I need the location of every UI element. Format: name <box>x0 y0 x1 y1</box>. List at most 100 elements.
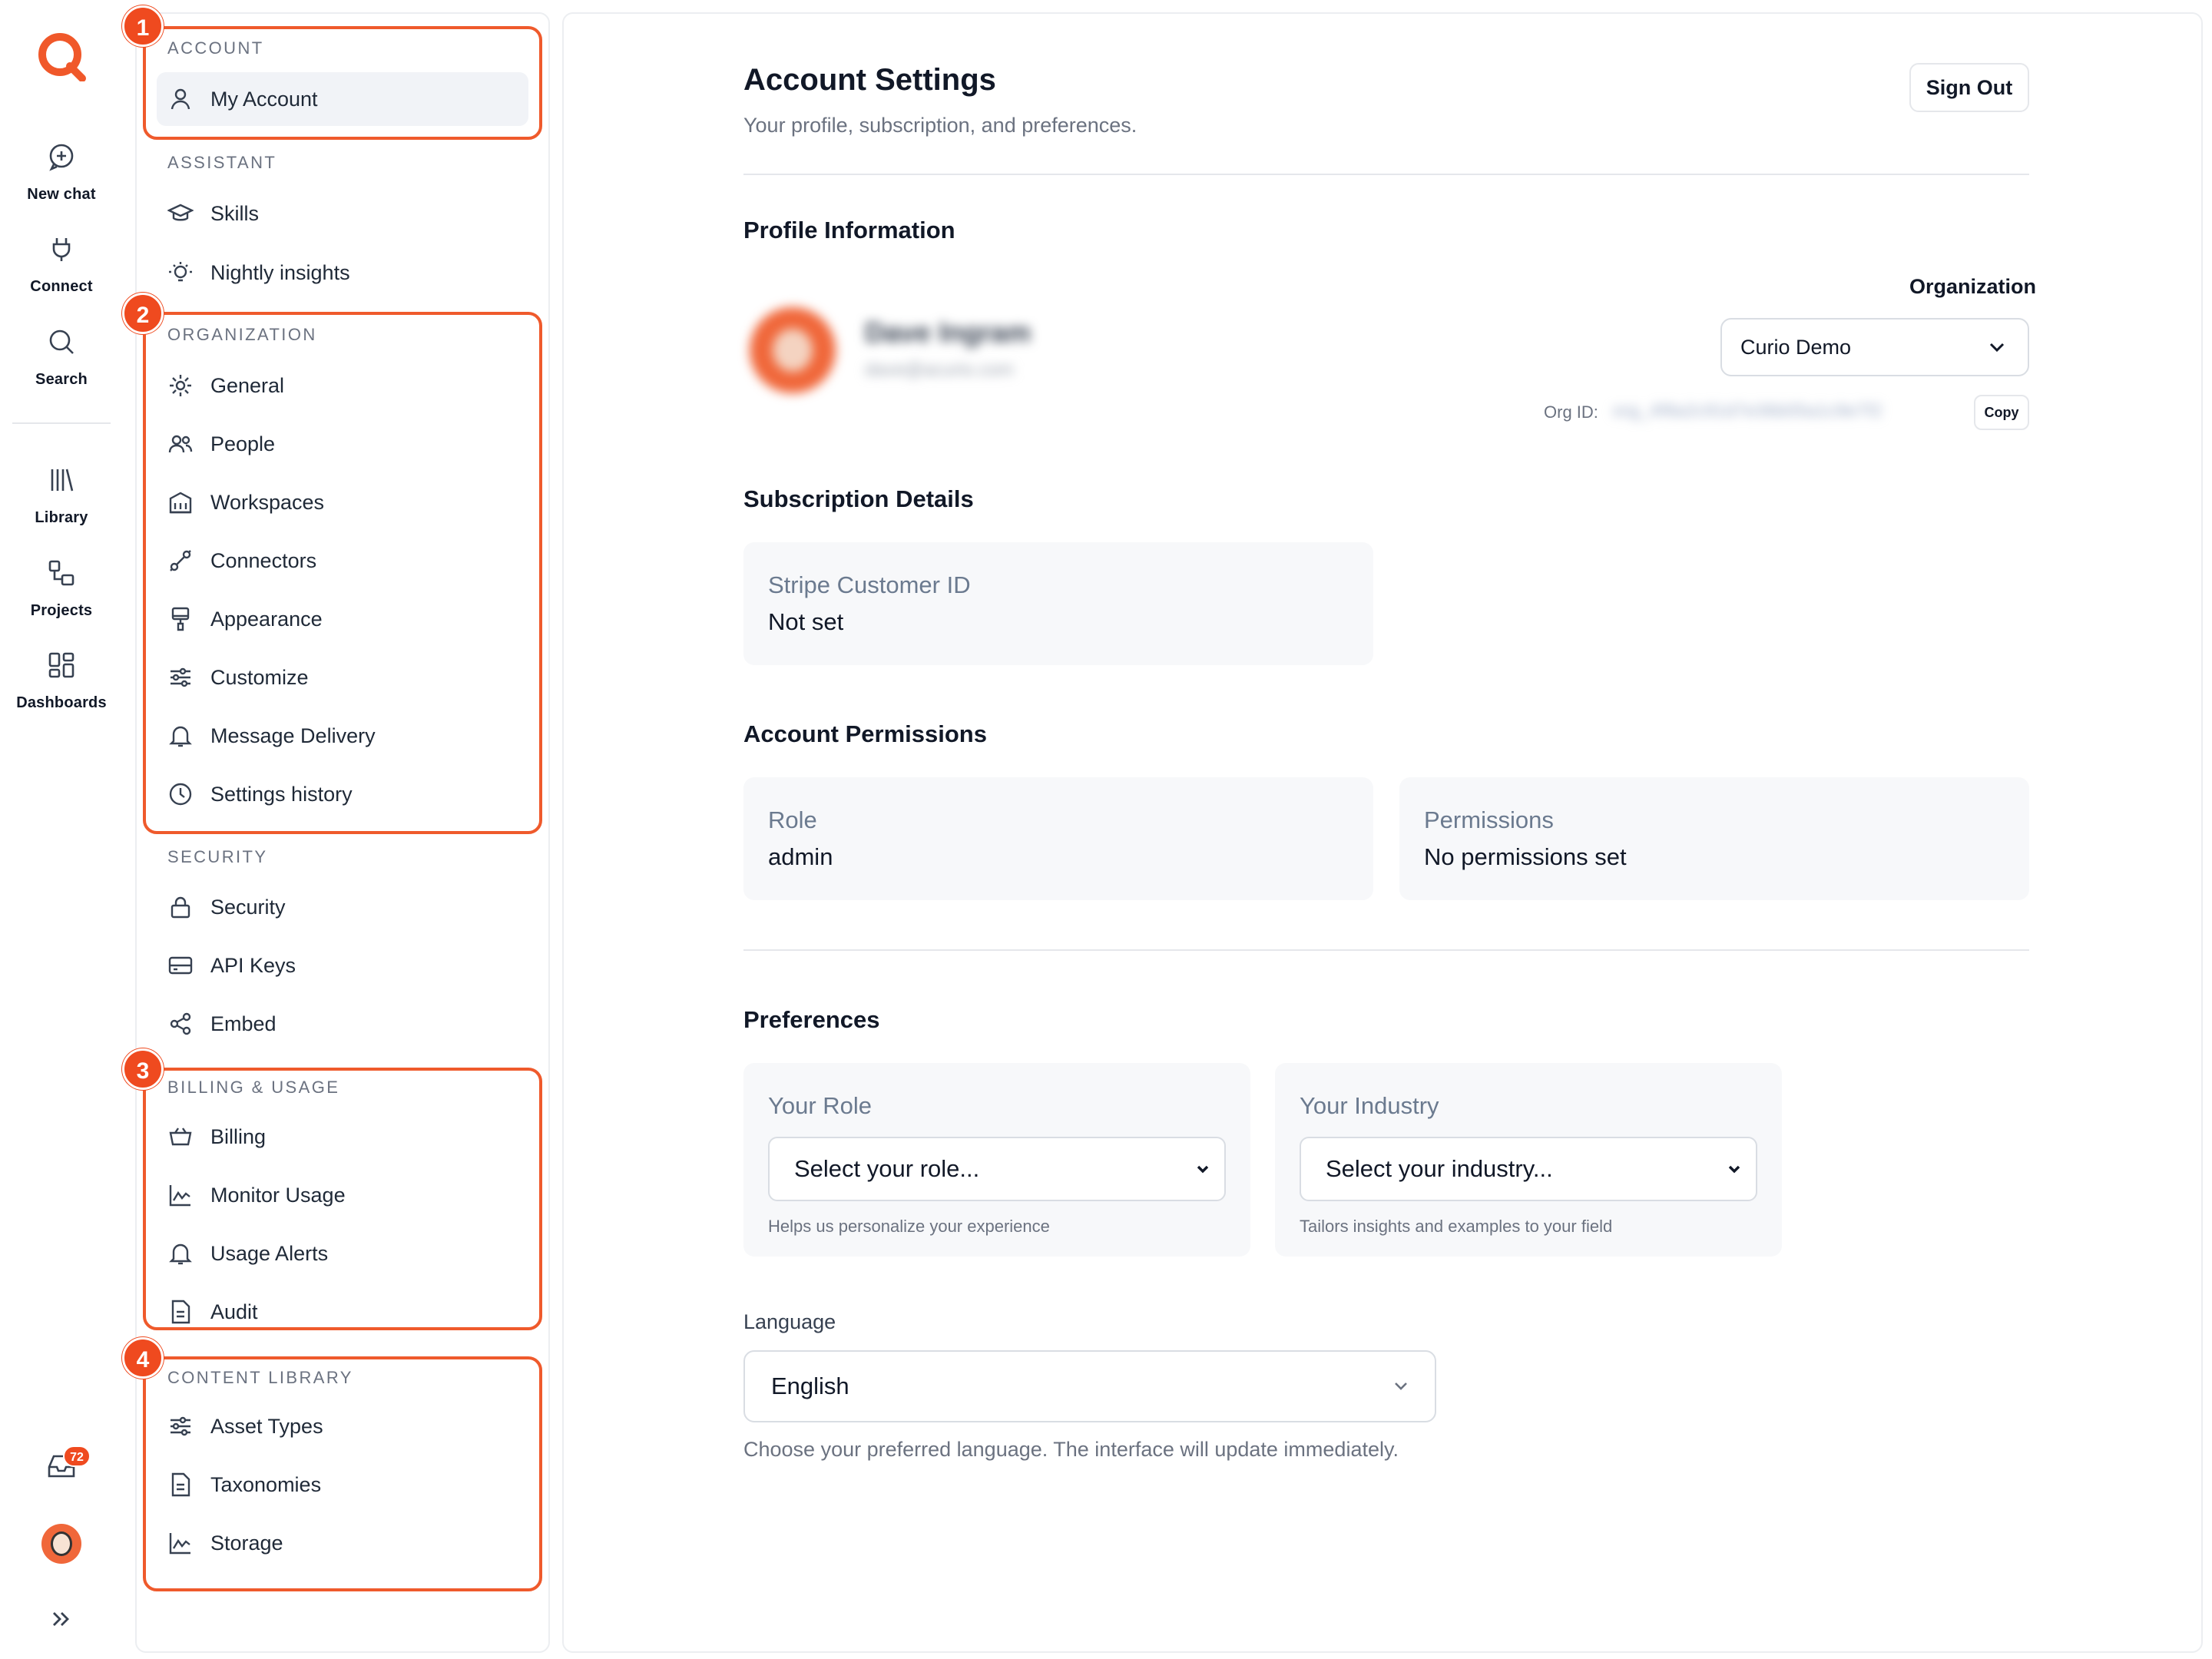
rail-new-chat[interactable]: New chat <box>0 141 123 204</box>
page-title: Account Settings <box>743 63 996 97</box>
nav-item-message-delivery[interactable]: Message Delivery <box>157 709 528 763</box>
chevron-down-icon <box>1728 1165 1740 1174</box>
stripe-customer-label: Stripe Customer ID <box>768 571 971 598</box>
nav-item-security[interactable]: Security <box>157 880 528 934</box>
nav-item-workspaces[interactable]: Workspaces <box>157 475 528 529</box>
permissions-label: Permissions <box>1424 806 1554 833</box>
rail-projects[interactable]: Projects <box>0 558 123 620</box>
nav-item-usage-alerts[interactable]: Usage Alerts <box>157 1227 528 1280</box>
chevron-down-icon <box>1395 1382 1407 1390</box>
nav-item-audit[interactable]: Audit <box>157 1285 528 1339</box>
callout-marker-1: 1 <box>122 5 164 47</box>
nav-item-embed[interactable]: Embed <box>157 997 528 1051</box>
sliders-icon <box>171 667 190 687</box>
section-title-billing: BILLING & USAGE <box>167 1078 340 1097</box>
nav-item-label: General <box>210 373 285 397</box>
copy-org-id-button[interactable]: Copy <box>1974 395 2029 430</box>
clock-icon <box>169 783 192 806</box>
profile-heading: Profile Information <box>743 217 955 243</box>
nav-item-label: Embed <box>210 1012 276 1035</box>
nav-item-label: Settings history <box>210 782 353 806</box>
header-divider <box>743 174 2029 175</box>
rail-label: Connect <box>30 278 93 295</box>
chevron-down-icon <box>1197 1165 1209 1174</box>
share-icon <box>170 1012 191 1035</box>
section-title-account: ACCOUNT <box>167 38 264 58</box>
nav-item-storage[interactable]: Storage <box>157 1516 528 1570</box>
nav-item-label: My Account <box>210 87 318 111</box>
graduation-cap-icon <box>167 204 194 221</box>
line-chart-icon <box>169 1185 190 1207</box>
nav-item-connectors[interactable]: Connectors <box>157 534 528 588</box>
language-select[interactable]: English <box>743 1350 1436 1422</box>
nav-item-taxonomies[interactable]: Taxonomies <box>157 1458 528 1512</box>
nav-item-appearance[interactable]: Appearance <box>157 592 528 646</box>
permissions-card: Permissions No permissions set <box>1399 777 2029 900</box>
role-label: Role <box>768 806 817 833</box>
nav-item-general[interactable]: General <box>157 359 528 412</box>
nav-item-label: Appearance <box>210 607 323 631</box>
nav-item-label: Connectors <box>210 548 317 572</box>
nav-item-label: Nightly insights <box>210 260 350 284</box>
org-id-label: Org ID: <box>1544 402 1598 422</box>
rail-dashboards[interactable]: Dashboards <box>0 650 123 712</box>
role-select[interactable]: Select your role... <box>768 1137 1226 1201</box>
nav-item-label: API Keys <box>210 953 296 977</box>
permissions-value: No permissions set <box>1424 843 1627 870</box>
section-title-security: SECURITY <box>167 847 268 866</box>
line-chart-icon <box>169 1533 190 1555</box>
rail-label: Projects <box>30 602 93 619</box>
language-value: English <box>771 1373 849 1399</box>
projects-icon <box>48 560 75 586</box>
nav-item-my-account[interactable]: My Account <box>157 72 528 126</box>
rail-library[interactable]: Library <box>0 465 123 527</box>
nav-item-label: Customize <box>210 665 309 689</box>
chevrons-right-icon <box>53 1612 69 1626</box>
nav-item-asset-types[interactable]: Asset Types <box>157 1399 528 1453</box>
user-avatar[interactable] <box>41 1524 81 1564</box>
stripe-customer-value: Not set <box>768 608 844 635</box>
nav-item-monitor-usage[interactable]: Monitor Usage <box>157 1168 528 1222</box>
section-title-organization: ORGANIZATION <box>167 325 317 344</box>
nav-item-people[interactable]: People <box>157 417 528 471</box>
nav-item-settings-history[interactable]: Settings history <box>157 767 528 821</box>
org-id-value: org_4f8a2c91d7e36b05a1c9e7f2 <box>1613 401 1883 420</box>
industry-select[interactable]: Select your industry... <box>1300 1137 1757 1201</box>
nav-item-skills[interactable]: Skills <box>157 187 528 240</box>
library-icon <box>51 469 74 492</box>
paint-brush-icon <box>171 607 190 631</box>
lock-icon <box>171 896 190 919</box>
bell-icon <box>169 1243 192 1265</box>
role-card: Role admin <box>743 777 1373 900</box>
basket-icon <box>169 1128 192 1146</box>
dashboards-icon <box>48 652 75 678</box>
inbox-badge: 72 <box>63 1445 91 1467</box>
sign-out-button[interactable]: Sign Out <box>1909 63 2029 112</box>
rail-connect[interactable]: Connect <box>0 233 123 296</box>
chat-plus-icon <box>49 144 74 171</box>
users-icon <box>168 435 193 453</box>
permissions-divider <box>743 949 2029 951</box>
industry-hint: Tailors insights and examples to your fi… <box>1300 1217 1613 1236</box>
inbox-button[interactable] <box>0 1450 123 1482</box>
organization-select[interactable]: Curio Demo <box>1720 318 2029 376</box>
rail-label: New chat <box>27 186 96 203</box>
nav-item-billing[interactable]: Billing <box>157 1110 528 1164</box>
role-hint: Helps us personalize your experience <box>768 1217 1050 1236</box>
nav-item-label: Security <box>210 895 286 919</box>
nav-item-nightly-insights[interactable]: Nightly insights <box>157 246 528 300</box>
nav-item-label: Usage Alerts <box>210 1241 329 1265</box>
language-label: Language <box>743 1310 836 1333</box>
nav-item-label: Taxonomies <box>210 1472 322 1496</box>
expand-sidebar-button[interactable] <box>0 1605 123 1633</box>
nav-item-customize[interactable]: Customize <box>157 651 528 704</box>
role-select-value: Select your role... <box>794 1155 980 1182</box>
profile-email: dave@acurio.com <box>865 359 1014 380</box>
rail-divider <box>12 422 111 424</box>
app-logo-icon[interactable] <box>36 31 87 81</box>
nav-item-label: People <box>210 432 276 455</box>
nav-item-api-keys[interactable]: API Keys <box>157 939 528 992</box>
nav-item-label: Storage <box>210 1531 283 1555</box>
rail-label: Library <box>35 509 88 526</box>
rail-search[interactable]: Search <box>0 326 123 389</box>
